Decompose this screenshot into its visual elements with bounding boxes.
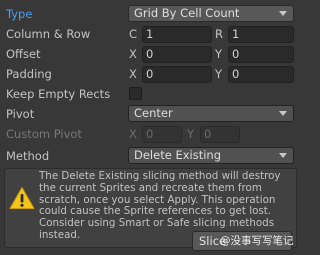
chevron-down-icon [279, 153, 287, 158]
column-row-row: Column & Row C 1 R 1 [0, 24, 300, 44]
r-axis-label: R [215, 27, 223, 41]
padding-y-axis-label: Y [215, 67, 223, 81]
method-row: Method Delete Existing [0, 146, 300, 166]
custom-pivot-label: Custom Pivot [6, 127, 82, 141]
keep-empty-rects-label: Keep Empty Rects [6, 87, 111, 101]
method-dropdown[interactable]: Delete Existing [128, 147, 294, 164]
pivot-dropdown-value: Center [134, 106, 173, 120]
padding-x-field[interactable]: 0 [142, 66, 212, 83]
custom-pivot-x-axis-label: X [129, 127, 137, 141]
sprite-editor-slice-panel: Type Grid By Cell Count Column & Row C 1… [0, 0, 300, 255]
keep-empty-rects-checkbox[interactable] [129, 87, 142, 100]
padding-x-axis-label: X [129, 67, 137, 81]
padding-row: Padding X 0 Y 0 [0, 64, 300, 84]
method-dropdown-value: Delete Existing [134, 148, 221, 162]
offset-x-axis-label: X [129, 47, 137, 61]
offset-y-field[interactable]: 0 [228, 46, 294, 63]
type-label: Type [6, 7, 33, 21]
c-axis-label: C [129, 27, 138, 41]
pivot-label: Pivot [6, 107, 35, 121]
column-count-field[interactable]: 1 [142, 26, 212, 43]
watermark-text: @没事写写笔记 [220, 235, 294, 247]
custom-pivot-y-axis-label: Y [187, 127, 195, 141]
offset-y-axis-label: Y [215, 47, 223, 61]
custom-pivot-row: Custom Pivot X 0 Y 0 [0, 124, 300, 144]
custom-pivot-y-field: 0 [200, 126, 240, 143]
type-dropdown[interactable]: Grid By Cell Count [128, 5, 294, 22]
chevron-down-icon [279, 11, 287, 16]
offset-label: Offset [6, 47, 41, 61]
chevron-down-icon [279, 111, 287, 116]
custom-pivot-x-field: 0 [142, 126, 182, 143]
padding-y-field[interactable]: 0 [228, 66, 294, 83]
padding-label: Padding [6, 67, 52, 81]
method-label: Method [6, 149, 50, 163]
keep-empty-rects-row: Keep Empty Rects [0, 84, 300, 104]
offset-row: Offset X 0 Y 0 [0, 44, 300, 64]
pivot-row: Pivot Center [0, 104, 300, 124]
offset-x-field[interactable]: 0 [142, 46, 212, 63]
warning-triangle-icon [9, 187, 35, 209]
row-count-field[interactable]: 1 [228, 26, 294, 43]
column-row-label: Column & Row [6, 27, 91, 41]
type-row: Type Grid By Cell Count [0, 4, 300, 24]
type-dropdown-value: Grid By Cell Count [134, 6, 240, 20]
pivot-dropdown[interactable]: Center [128, 105, 294, 122]
